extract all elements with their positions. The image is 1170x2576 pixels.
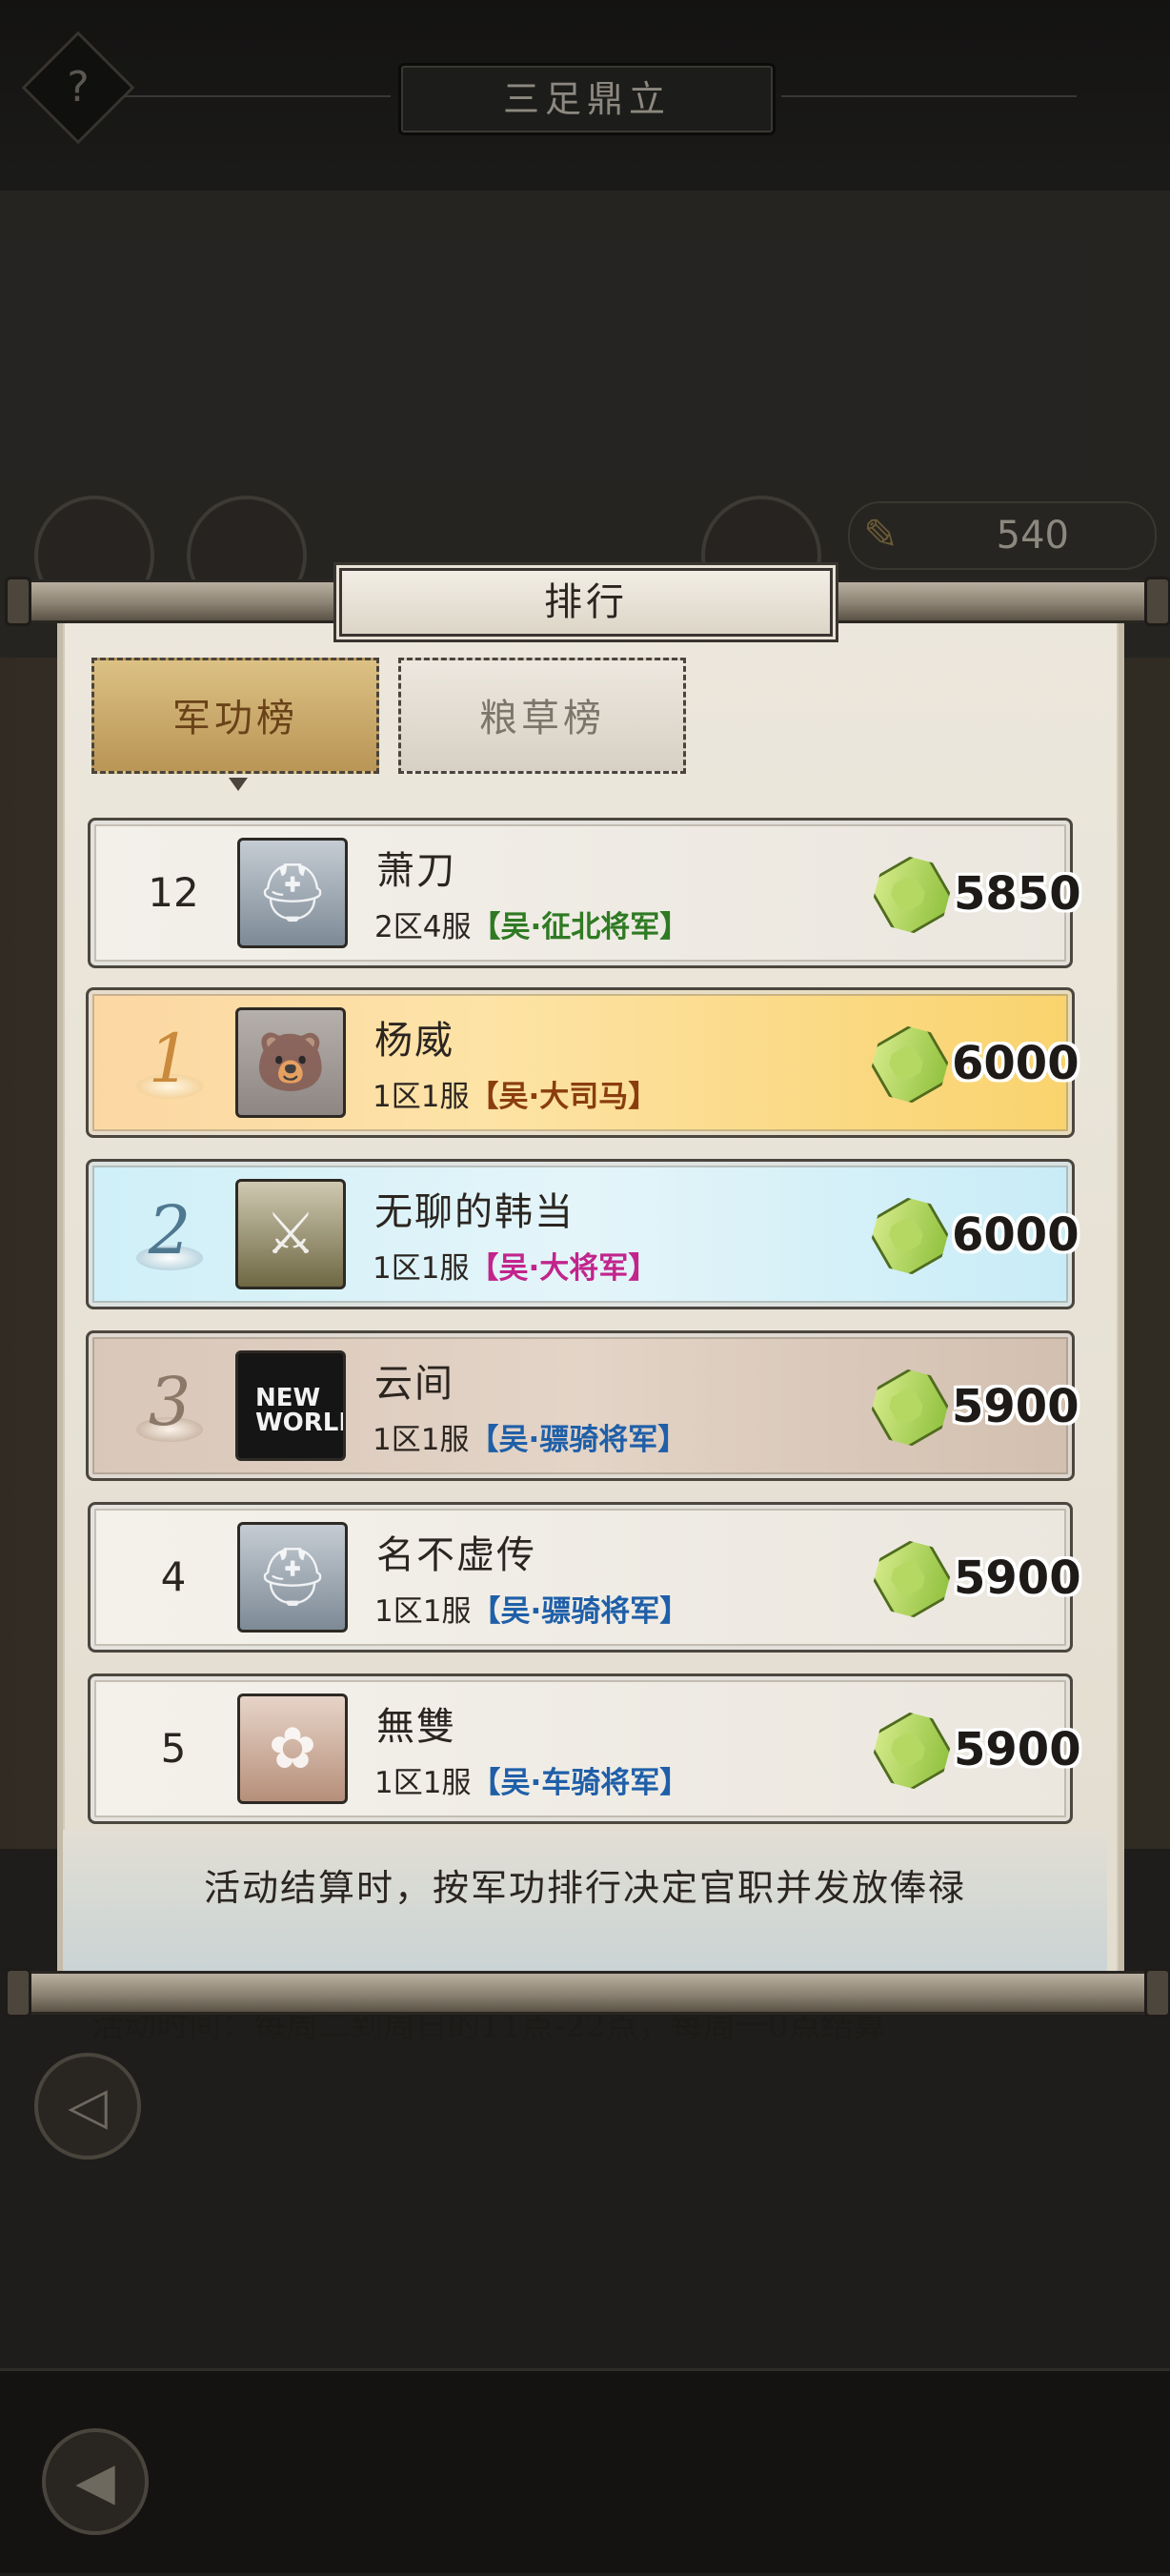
rank-row[interactable]: 2 ⚔ 无聊的韩当 1区1服【吴·大将军】 6000 — [86, 1159, 1079, 1309]
avatar[interactable]: ✿ — [237, 1694, 348, 1804]
avatar[interactable]: ⚔ — [235, 1179, 346, 1289]
jade-token-icon — [863, 1189, 957, 1283]
merit-score: 5900 — [954, 1552, 1081, 1605]
official-title: 【吴·征北将军】 — [471, 910, 690, 944]
server-info: 1区1服【吴·大将军】 — [373, 1244, 657, 1287]
server-info: 1区1服【吴·骠骑将军】 — [374, 1587, 689, 1630]
rank-number: 5 — [160, 1725, 187, 1772]
jade-token-icon — [865, 1532, 958, 1626]
jade-token-icon — [865, 848, 958, 942]
scroll-rod-bottom — [5, 1968, 1170, 2018]
rank-number: 3 — [148, 1363, 192, 1441]
server-name: 1区1服 — [373, 1423, 470, 1457]
settlement-note: 活动结算时，按军功排行决定官职并发放俸禄 — [203, 1867, 966, 1909]
official-title: 【吴·骠骑将军】 — [469, 1423, 688, 1457]
player-name: 名不虚传 — [376, 1533, 536, 1577]
avatar[interactable]: ⛑ — [237, 838, 348, 948]
tab-pointer-icon — [229, 778, 248, 791]
merit-score: 5850 — [954, 867, 1081, 921]
official-title: 【吴·骠骑将军】 — [471, 1594, 690, 1629]
server-name: 1区1服 — [374, 1766, 472, 1800]
merit-score: 6000 — [952, 1037, 1079, 1090]
dialog-title: 排行 — [339, 568, 833, 637]
player-name: 云间 — [374, 1362, 454, 1406]
official-title: 【吴·车骑将军】 — [471, 1766, 690, 1800]
tab-provisions[interactable]: 粮草榜 — [398, 658, 686, 774]
merit-score: 6000 — [952, 1208, 1079, 1262]
rank-medal-icon: 1 — [131, 1015, 209, 1114]
rank-row[interactable]: 5 ✿ 無雙 1区1服【吴·车骑将军】 5900 — [88, 1673, 1081, 1824]
merit-score: 5900 — [952, 1380, 1079, 1433]
server-info: 1区1服【吴·骠骑将军】 — [373, 1415, 687, 1458]
rank-medal-icon: 2 — [131, 1187, 209, 1286]
server-name: 2区4服 — [374, 910, 472, 944]
rank-medal-icon: 3 — [131, 1358, 209, 1457]
rank-row[interactable]: 1 🐻 杨威 1区1服【吴·大司马】 6000 — [86, 987, 1079, 1138]
player-name: 杨威 — [374, 1019, 454, 1063]
rank-number: 4 — [160, 1553, 187, 1600]
rank-row[interactable]: 4 ⛑ 名不虚传 1区1服【吴·骠骑将军】 5900 — [88, 1502, 1081, 1653]
merit-score: 5900 — [954, 1723, 1081, 1776]
rank-number: 12 — [148, 869, 199, 916]
server-info: 1区1服【吴·大司马】 — [373, 1072, 657, 1115]
jade-token-icon — [863, 1361, 957, 1454]
rank-number: 1 — [148, 1020, 192, 1098]
server-info: 2区4服【吴·征北将军】 — [374, 903, 689, 945]
self-rank-row[interactable]: 12 ⛑ 萧刀 2区4服【吴·征北将军】 5850 — [88, 818, 1081, 968]
avatar[interactable]: ⛑ — [237, 1522, 348, 1633]
tab-military-merit[interactable]: 军功榜 — [91, 658, 379, 774]
player-name: 无聊的韩当 — [374, 1190, 575, 1234]
avatar[interactable]: 🐻 — [235, 1007, 346, 1118]
server-name: 1区1服 — [374, 1594, 472, 1629]
rank-row[interactable]: 3 NEWWORLD 云间 1区1服【吴·骠骑将军】 5900 — [86, 1330, 1079, 1481]
player-name: 無雙 — [376, 1705, 456, 1749]
rank-number: 2 — [148, 1191, 192, 1269]
official-title: 【吴·大将军】 — [469, 1251, 658, 1286]
official-title: 【吴·大司马】 — [469, 1080, 658, 1114]
avatar[interactable]: NEWWORLD — [235, 1350, 346, 1461]
server-name: 1区1服 — [373, 1251, 470, 1286]
server-info: 1区1服【吴·车骑将军】 — [374, 1758, 689, 1801]
server-name: 1区1服 — [373, 1080, 470, 1114]
player-name: 萧刀 — [376, 849, 456, 893]
jade-token-icon — [865, 1704, 958, 1797]
jade-token-icon — [863, 1018, 957, 1111]
